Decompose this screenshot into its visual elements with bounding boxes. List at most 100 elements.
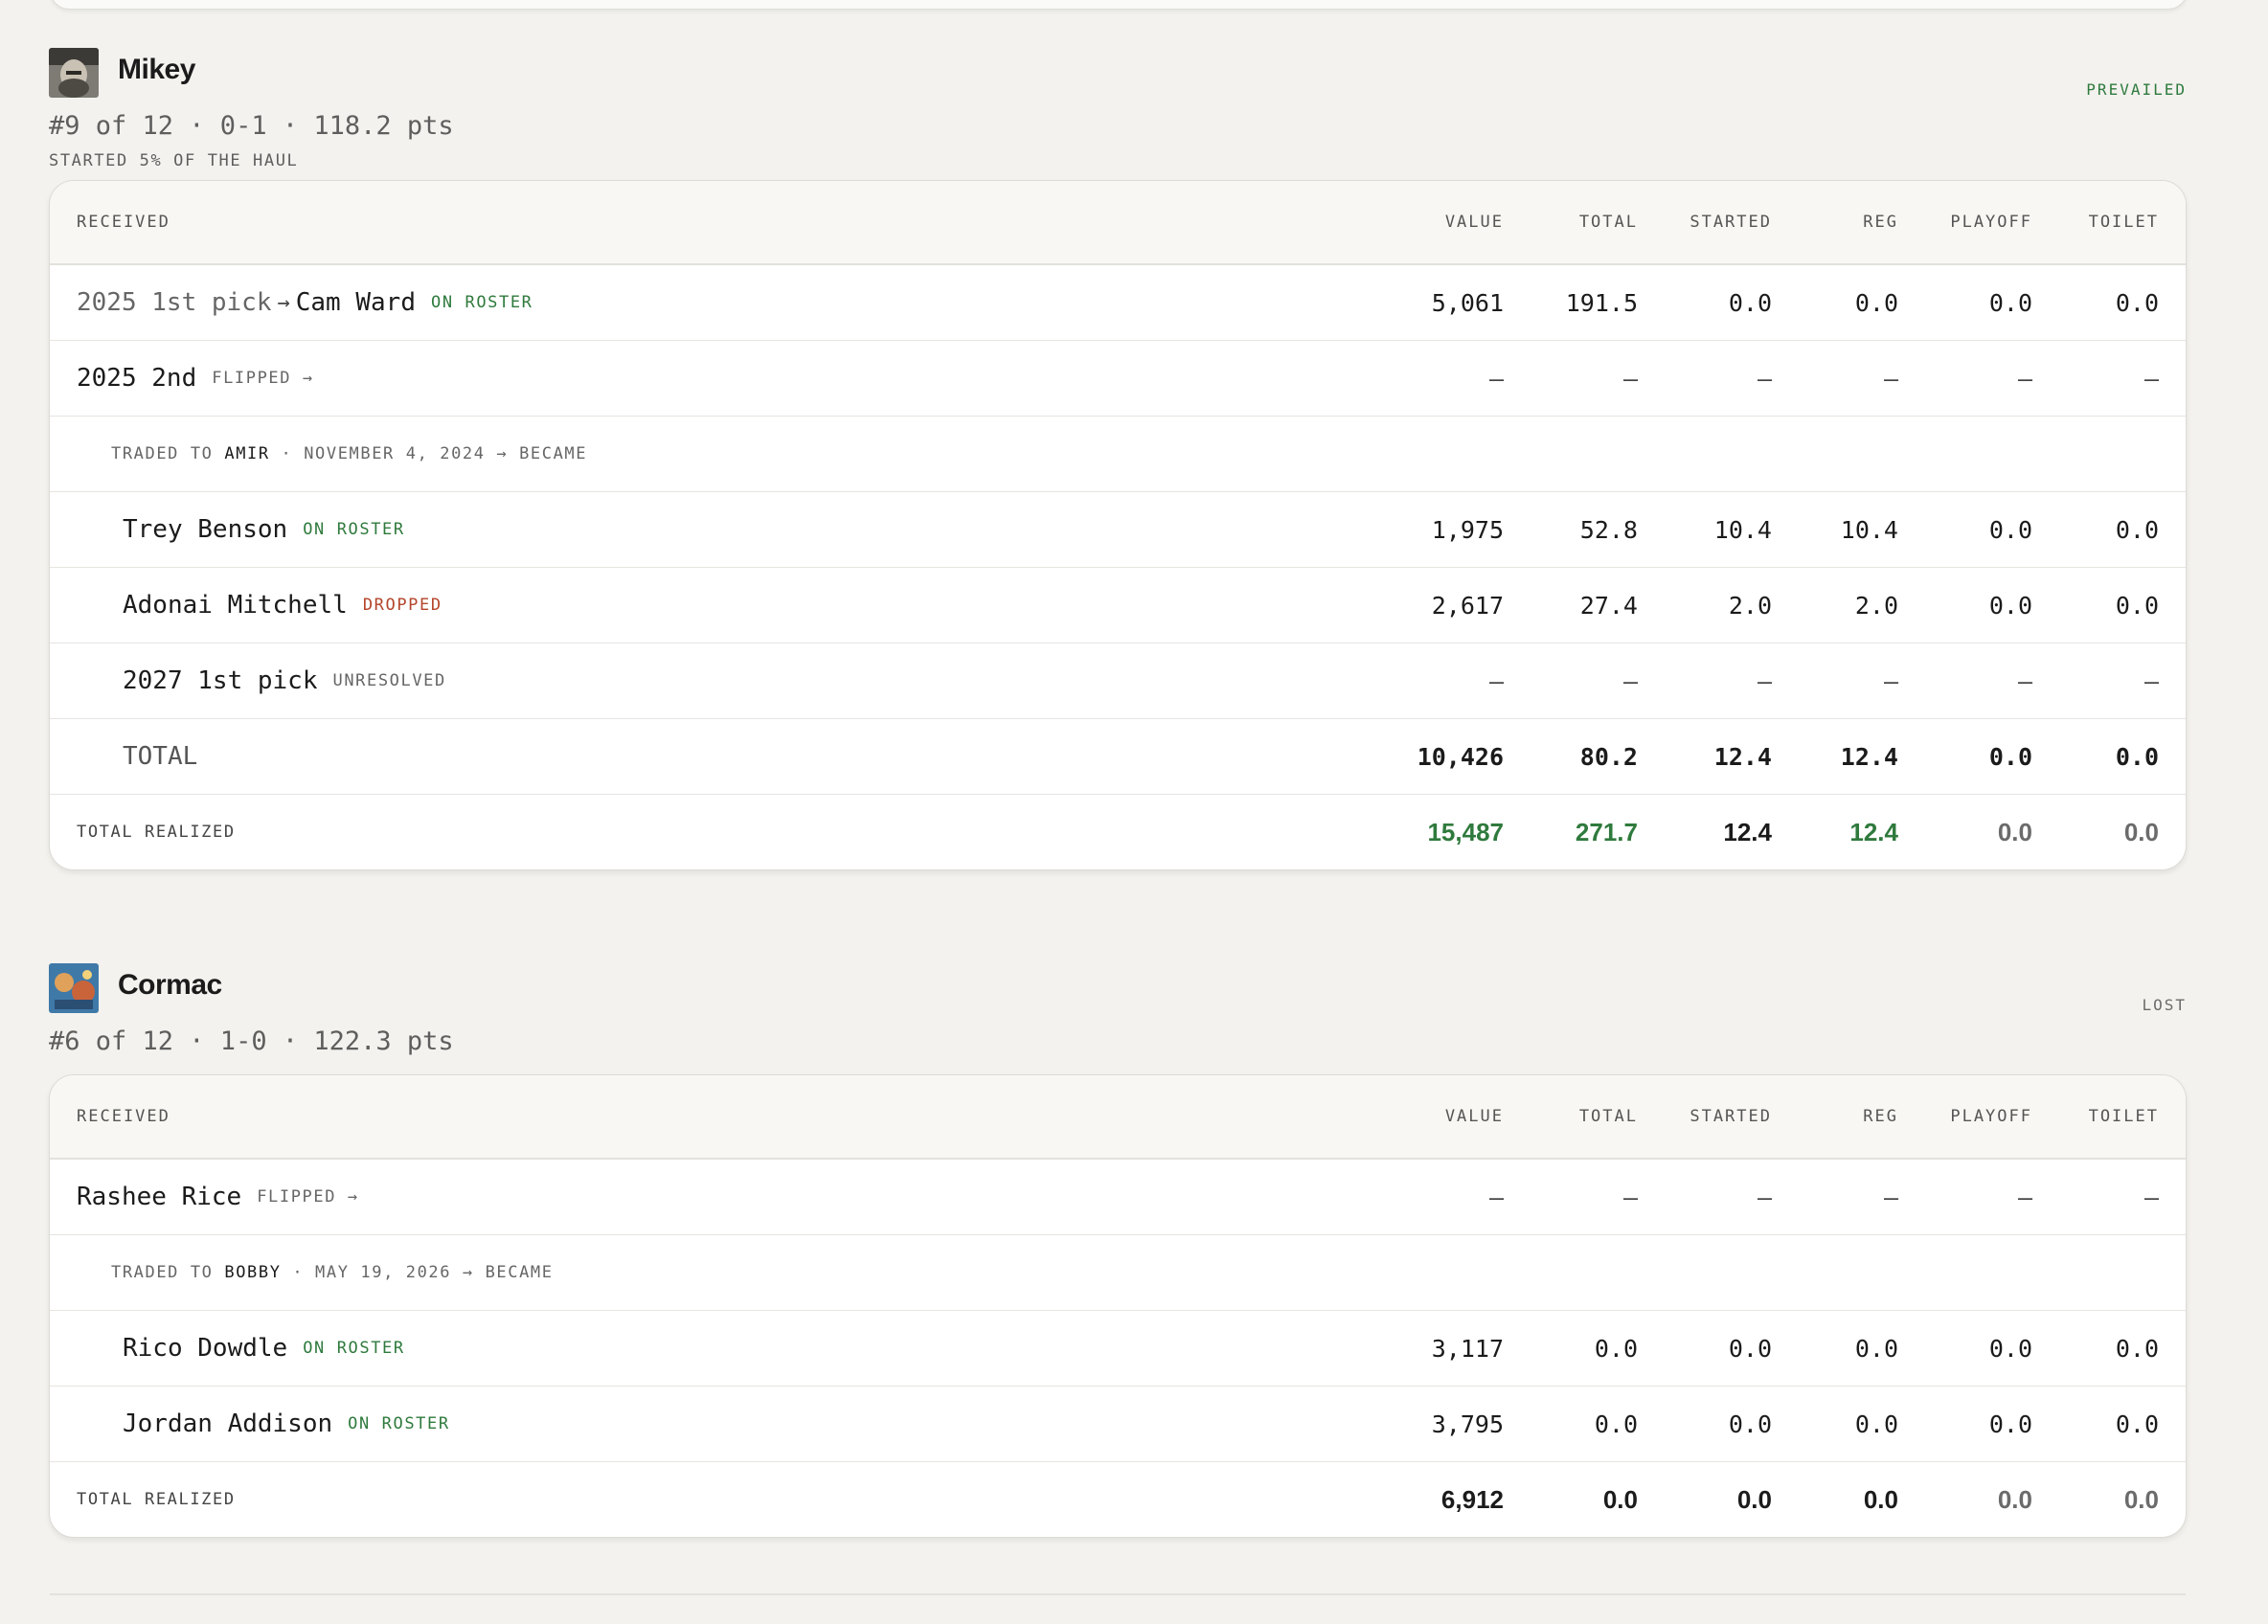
col-reg[interactable]: REG xyxy=(1772,1107,1898,1126)
asset-cell: 2025 1st pick → Cam Ward ON ROSTER xyxy=(77,288,1370,317)
col-reg[interactable]: REG xyxy=(1772,213,1898,232)
col-received[interactable]: RECEIVED xyxy=(77,213,1370,232)
playoff-cell: – xyxy=(2017,1183,2032,1211)
reg-cell: 0.0 xyxy=(1854,1410,1898,1438)
col-playoff[interactable]: PLAYOFF xyxy=(1898,1107,2032,1126)
status-badge: ON ROSTER xyxy=(303,1339,405,1358)
status-badge: UNRESOLVED xyxy=(332,671,446,690)
value-cell: 15,487 xyxy=(1427,817,1504,846)
status-badge: ON ROSTER xyxy=(430,293,533,312)
total-realized-label: TOTAL REALIZED xyxy=(77,1490,236,1509)
value-cell: 3,117 xyxy=(1431,1334,1504,1363)
value-cell: 1,975 xyxy=(1431,515,1504,544)
playoff-cell: 0.0 xyxy=(1988,1334,2032,1363)
trade-table: RECEIVED VALUE TOTAL STARTED REG PLAYOFF… xyxy=(49,1074,2187,1538)
col-value[interactable]: VALUE xyxy=(1370,1107,1504,1126)
started-cell: 2.0 xyxy=(1728,591,1772,620)
col-started[interactable]: STARTED xyxy=(1638,1107,1772,1126)
total-realized-row: TOTAL REALIZED 15,487 271.7 12.4 12.4 0.… xyxy=(50,795,2186,869)
table-row: Adonai Mitchell DROPPED 2,617 27.4 2.0 2… xyxy=(50,568,2186,643)
col-toilet[interactable]: TOILET xyxy=(2032,213,2159,232)
toilet-cell: 0.0 xyxy=(2115,1410,2159,1438)
team-name: Cormac xyxy=(118,969,222,1001)
value-cell: 3,795 xyxy=(1431,1410,1504,1438)
col-received[interactable]: RECEIVED xyxy=(77,1107,1370,1126)
asset-name[interactable]: 2025 2nd xyxy=(77,364,196,393)
started-cell: – xyxy=(1757,1183,1772,1211)
reg-cell: – xyxy=(1883,364,1898,393)
started-cell: – xyxy=(1757,364,1772,393)
note-prefix: TRADED TO xyxy=(111,1263,214,1282)
asset-cell: Rico Dowdle ON ROSTER xyxy=(77,1334,1370,1363)
player-name[interactable]: Rashee Rice xyxy=(77,1183,241,1211)
started-cell: 0.0 xyxy=(1728,1334,1772,1363)
total-cell: 0.0 xyxy=(1602,1484,1638,1514)
player-name[interactable]: Adonai Mitchell xyxy=(123,591,348,620)
player-name[interactable]: Cam Ward xyxy=(296,288,416,317)
asset-name[interactable]: 2027 1st pick xyxy=(123,666,318,695)
table-row: 2027 1st pick UNRESOLVED – – – – – – xyxy=(50,643,2186,719)
asset-cell: Adonai Mitchell DROPPED xyxy=(77,591,1370,620)
value-cell: 5,061 xyxy=(1431,288,1504,317)
col-value[interactable]: VALUE xyxy=(1370,213,1504,232)
pick-label: 2025 1st pick xyxy=(77,288,272,317)
result-badge: LOST xyxy=(2142,996,2187,1014)
player-name[interactable]: Rico Dowdle xyxy=(123,1334,287,1363)
col-total[interactable]: TOTAL xyxy=(1504,213,1638,232)
asset-cell: 2027 1st pick UNRESOLVED xyxy=(77,666,1370,695)
next-card-edge xyxy=(50,1593,2186,1624)
reg-cell: 0.0 xyxy=(1854,288,1898,317)
trade-note-row: TRADED TO AMIR · NOVEMBER 4, 2024 → BECA… xyxy=(50,417,2186,492)
reg-cell: 0.0 xyxy=(1863,1484,1898,1514)
table-header: RECEIVED VALUE TOTAL STARTED REG PLAYOFF… xyxy=(50,1075,2186,1160)
player-name[interactable]: Jordan Addison xyxy=(123,1410,332,1438)
team-header: Mikey PREVAILED xyxy=(49,48,2187,105)
col-total[interactable]: TOTAL xyxy=(1504,1107,1638,1126)
total-cell: 0.0 xyxy=(1594,1410,1638,1438)
flipped-toggle[interactable]: FLIPPED → xyxy=(257,1187,359,1207)
team-meta: #6 of 12 · 1-0 · 122.3 pts xyxy=(49,1026,454,1056)
started-cell: 0.0 xyxy=(1736,1484,1772,1514)
total-realized-label: TOTAL REALIZED xyxy=(77,823,236,842)
asset-cell: Rashee Rice FLIPPED → xyxy=(77,1183,1370,1211)
total-cell: 0.0 xyxy=(1594,1334,1638,1363)
traded-to-manager[interactable]: AMIR xyxy=(224,444,269,463)
total-cell: 271.7 xyxy=(1575,817,1638,846)
started-cell: – xyxy=(1757,666,1772,695)
col-playoff[interactable]: PLAYOFF xyxy=(1898,213,2032,232)
avatar[interactable] xyxy=(49,963,99,1013)
value-cell: – xyxy=(1488,666,1504,695)
trade-table: RECEIVED VALUE TOTAL STARTED REG PLAYOFF… xyxy=(49,180,2187,870)
playoff-cell: 0.0 xyxy=(1997,817,2032,846)
traded-to-manager[interactable]: BOBBY xyxy=(224,1263,281,1282)
reg-cell: 12.4 xyxy=(1849,817,1898,846)
total-cell: 27.4 xyxy=(1579,591,1638,620)
arrow-right-icon: → xyxy=(277,290,290,315)
team-section-mikey: Mikey PREVAILED #9 of 12 · 0-1 · 118.2 p… xyxy=(49,48,2187,870)
note-prefix: TRADED TO xyxy=(111,444,214,463)
subtotal-label: TOTAL xyxy=(123,742,198,771)
result-badge: PREVAILED xyxy=(2086,80,2187,99)
toilet-cell: 0.0 xyxy=(2115,591,2159,620)
player-name[interactable]: Trey Benson xyxy=(123,515,287,544)
subtotal-row: TOTAL 10,426 80.2 12.4 12.4 0.0 0.0 xyxy=(50,719,2186,795)
total-cell: 191.5 xyxy=(1565,288,1638,317)
team-meta: #9 of 12 · 0-1 · 118.2 pts xyxy=(49,111,454,141)
playoff-cell: 0.0 xyxy=(1997,1484,2032,1514)
table-row: 2025 1st pick → Cam Ward ON ROSTER 5,061… xyxy=(50,265,2186,341)
toilet-cell: 0.0 xyxy=(2115,1334,2159,1363)
col-started[interactable]: STARTED xyxy=(1638,213,1772,232)
avatar[interactable] xyxy=(49,48,99,98)
total-realized-row: TOTAL REALIZED 6,912 0.0 0.0 0.0 0.0 0.0 xyxy=(50,1462,2186,1537)
value-cell: 10,426 xyxy=(1417,742,1504,771)
flipped-toggle[interactable]: FLIPPED → xyxy=(212,369,314,388)
table-row: Rashee Rice FLIPPED → – – – – – – xyxy=(50,1160,2186,1235)
started-cell: 12.4 xyxy=(1713,742,1772,771)
col-toilet[interactable]: TOILET xyxy=(2032,1107,2159,1126)
playoff-cell: 0.0 xyxy=(1988,288,2032,317)
toilet-cell: 0.0 xyxy=(2123,1484,2159,1514)
status-badge: ON ROSTER xyxy=(303,520,405,539)
note-suffix: · MAY 19, 2026 → BECAME xyxy=(292,1263,554,1282)
value-cell: – xyxy=(1488,1183,1504,1211)
previous-card-edge xyxy=(50,0,2188,10)
